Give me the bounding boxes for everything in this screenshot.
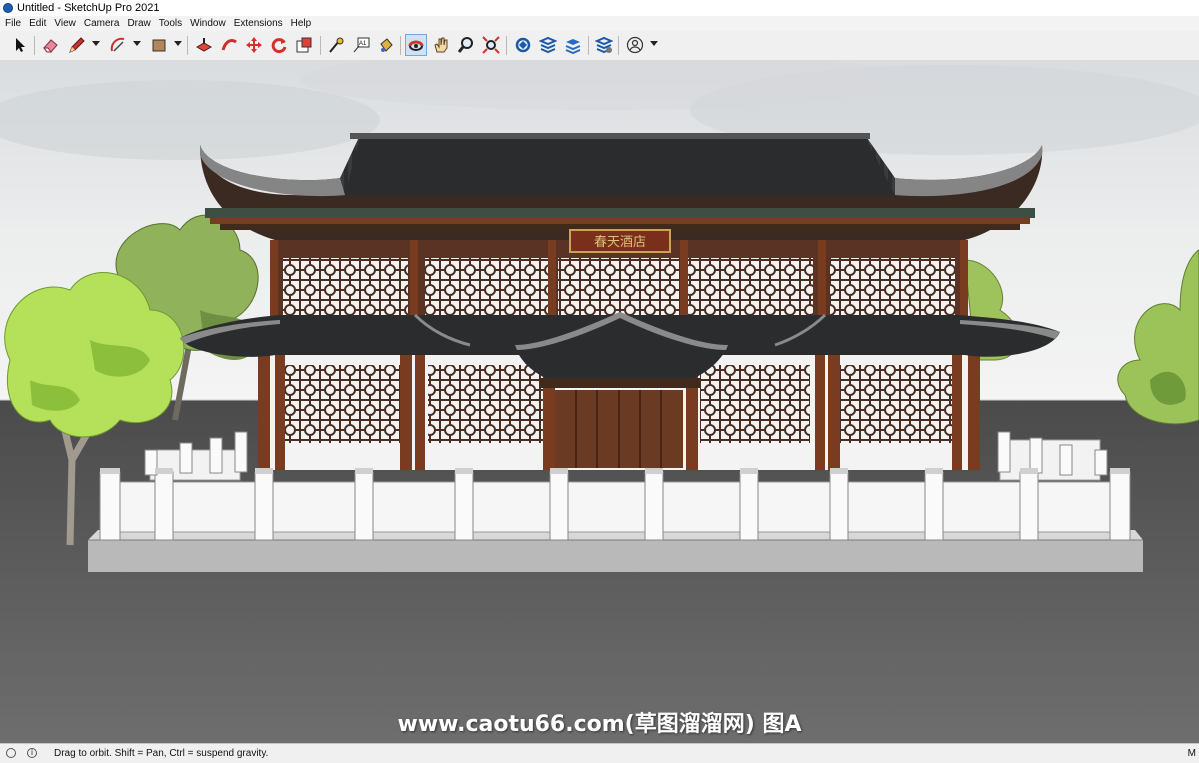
zoom-extents-tool-button[interactable] [480, 34, 502, 56]
line-tool-dropdown[interactable] [92, 41, 100, 46]
extension-warehouse-icon [539, 36, 557, 54]
viewport-scene: 春天酒店 [0, 60, 1199, 743]
warehouse-icon [515, 37, 531, 53]
rectangle-tool-dropdown[interactable] [174, 41, 182, 46]
status-bar: i Drag to orbit. Shift = Pan, Ctrl = sus… [0, 743, 1199, 763]
paint-bucket-icon [380, 38, 393, 52]
menu-window[interactable]: Window [186, 16, 230, 31]
text-icon: A1 [353, 37, 370, 53]
menu-draw[interactable]: Draw [123, 16, 154, 31]
arrow-cursor-icon [16, 38, 25, 52]
scale-icon [296, 37, 312, 53]
line-tool-button[interactable] [65, 34, 87, 56]
layout-icon [565, 39, 581, 54]
extension-manager-button[interactable] [593, 34, 615, 56]
3d-warehouse-button[interactable] [512, 34, 534, 56]
pan-tool-button[interactable] [430, 34, 452, 56]
follow-me-tool-button[interactable] [218, 34, 240, 56]
tape-measure-tool-button[interactable] [325, 34, 347, 56]
measurements-label: M [1187, 748, 1196, 759]
rotate-tool-button[interactable] [268, 34, 290, 56]
account-dropdown[interactable] [650, 41, 658, 46]
sketchup-logo-icon [3, 3, 13, 13]
title-bar: Untitled - SketchUp Pro 2021 [0, 0, 1199, 16]
menu-bar: File Edit View Camera Draw Tools Window Extensi… [0, 16, 1199, 31]
user-icon [626, 36, 644, 54]
status-message: Drag to orbit. Shift = Pan, Ctrl = suspe… [54, 748, 269, 759]
toolbar: A1 [0, 31, 1199, 61]
follow-me-icon [221, 39, 237, 51]
eraser-tool-button[interactable] [39, 34, 61, 56]
scale-tool-button[interactable] [293, 34, 315, 56]
hand-icon [434, 37, 448, 53]
arc-tool-button[interactable] [107, 34, 129, 56]
menu-edit[interactable]: Edit [25, 16, 50, 31]
magnifier-icon [457, 37, 473, 53]
model-viewport[interactable]: 春天酒店 [0, 60, 1199, 743]
arc-tool-dropdown[interactable] [133, 41, 141, 46]
push-pull-tool-button[interactable] [193, 34, 215, 56]
menu-help[interactable]: Help [287, 16, 316, 31]
stone-platform [88, 540, 1143, 572]
zoom-extents-icon [482, 36, 500, 54]
push-pull-icon [195, 38, 213, 52]
select-tool-button[interactable] [9, 34, 31, 56]
text-tool-button[interactable]: A1 [350, 34, 372, 56]
rectangle-tool-button[interactable] [148, 34, 170, 56]
name-plaque-text: 春天酒店 [594, 235, 646, 250]
text-tool-glyph: A1 [359, 41, 367, 47]
tape-measure-icon [329, 37, 344, 53]
rectangle-icon [152, 39, 166, 52]
orbit-tool-button[interactable] [405, 34, 427, 56]
eraser-icon [43, 39, 58, 53]
extension-manager-icon [595, 36, 613, 54]
watermark-text: www.caotu66.com(草图溜溜网) 图A [397, 712, 802, 737]
menu-file[interactable]: File [0, 16, 25, 31]
menu-camera[interactable]: Camera [80, 16, 124, 31]
menu-view[interactable]: View [50, 16, 80, 31]
move-tool-button[interactable] [243, 34, 265, 56]
rotate-icon [271, 38, 287, 54]
menu-tools[interactable]: Tools [155, 16, 186, 31]
window-title: Untitled - SketchUp Pro 2021 [17, 2, 160, 14]
pavilion-building: 春天酒店 [180, 133, 1060, 470]
zoom-tool-button[interactable] [455, 34, 477, 56]
pencil-icon [69, 37, 85, 53]
layout-button[interactable] [562, 34, 584, 56]
orbit-icon [408, 40, 424, 51]
info-icon[interactable]: i [27, 748, 37, 758]
move-icon [246, 37, 262, 53]
geo-location-icon[interactable] [6, 748, 16, 758]
extension-warehouse-button[interactable] [537, 34, 559, 56]
paint-bucket-tool-button[interactable] [375, 34, 397, 56]
menu-extensions[interactable]: Extensions [230, 16, 287, 31]
account-button[interactable] [624, 34, 646, 56]
arc-icon [110, 37, 125, 52]
